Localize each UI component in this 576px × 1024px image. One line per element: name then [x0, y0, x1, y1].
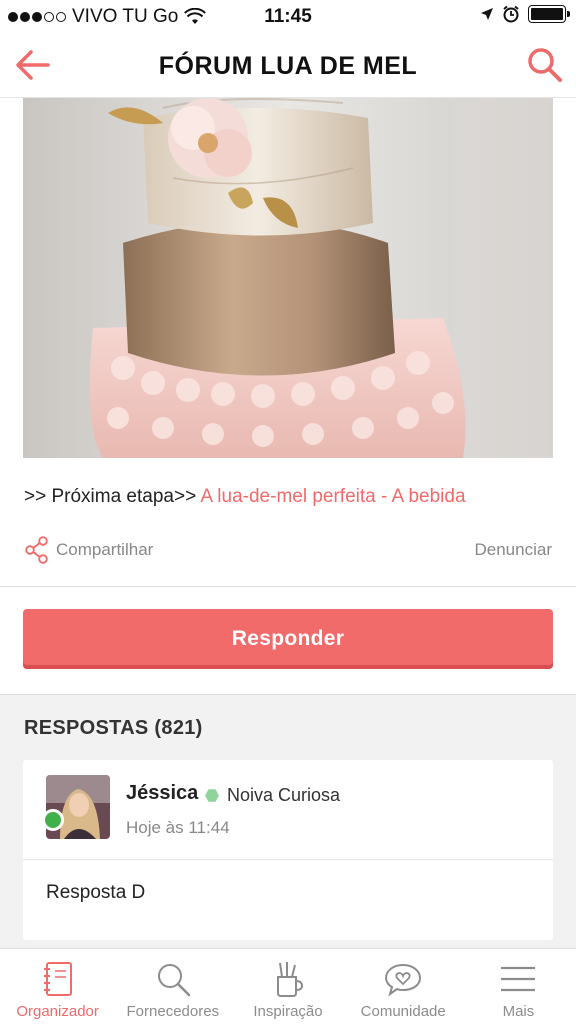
- tab-label: Mais: [502, 1003, 535, 1020]
- tab-fornecedores[interactable]: Fornecedores: [115, 949, 230, 1024]
- reply-area: Responder: [0, 587, 576, 695]
- answer-card: Jéssica Noiva Curiosa Hoje às 11:44 Resp…: [23, 760, 553, 940]
- answer-user-name[interactable]: Jéssica: [126, 782, 198, 805]
- tab-organizador[interactable]: Organizador: [0, 949, 115, 1024]
- answer-text: Resposta D: [46, 882, 146, 903]
- reply-button[interactable]: Responder: [23, 609, 553, 669]
- search-icon: [157, 964, 191, 997]
- tab-label: Organizador: [16, 1003, 99, 1020]
- tab-inspiracao[interactable]: Inspiração: [230, 949, 345, 1024]
- search-icon[interactable]: [526, 46, 564, 84]
- tab-mais[interactable]: Mais: [461, 949, 576, 1024]
- next-step-text: >> Próxima etapa>> A lua-de-mel perfeita…: [24, 486, 552, 508]
- share-label: Compartilhar: [56, 540, 154, 559]
- alarm-icon: [503, 5, 519, 23]
- next-step-prefix: >> Próxima etapa>>: [24, 486, 201, 507]
- share-icon: [25, 536, 48, 564]
- post-actions: Compartilhar Denunciar: [24, 536, 552, 564]
- location-arrow-icon: [481, 8, 493, 20]
- battery-icon: [528, 5, 570, 23]
- tab-label: Fornecedores: [126, 1003, 220, 1020]
- post-card: >> Próxima etapa>> A lua-de-mel perfeita…: [0, 98, 576, 587]
- notebook-icon: [43, 962, 72, 996]
- pencil-cup-icon: [277, 962, 304, 997]
- online-status-indicator: [42, 809, 64, 831]
- answer-time: Hoje às 11:44: [126, 818, 230, 837]
- tab-label: Inspiração: [253, 1003, 323, 1020]
- badge-hexagon-icon: [205, 789, 219, 802]
- nav-bar: FÓRUM LUA DE MEL: [0, 32, 576, 98]
- badge-label: Noiva Curiosa: [227, 785, 341, 805]
- tab-comunidade[interactable]: Comunidade: [346, 949, 461, 1024]
- answer-header: Jéssica Noiva Curiosa Hoje às 11:44: [23, 760, 553, 860]
- answers-header: RESPOSTAS (821): [24, 717, 203, 739]
- status-bar: VIVO TU Go 11:45: [0, 0, 576, 32]
- heart-chat-icon: [385, 963, 422, 997]
- user-badge: Noiva Curiosa: [205, 785, 340, 806]
- report-link[interactable]: Denunciar: [475, 540, 553, 560]
- tab-label: Comunidade: [360, 1003, 446, 1020]
- next-step-link[interactable]: A lua-de-mel perfeita - A bebida: [200, 486, 465, 507]
- share-button[interactable]: Compartilhar: [24, 536, 153, 564]
- cake-photo: [23, 98, 553, 458]
- menu-icon: [501, 966, 536, 992]
- page-title: FÓRUM LUA DE MEL: [158, 52, 418, 80]
- content[interactable]: >> Próxima etapa>> A lua-de-mel perfeita…: [0, 98, 576, 948]
- status-right: [480, 5, 570, 23]
- tab-bar: Organizador Fornecedores Inspiração Comu…: [0, 948, 576, 1024]
